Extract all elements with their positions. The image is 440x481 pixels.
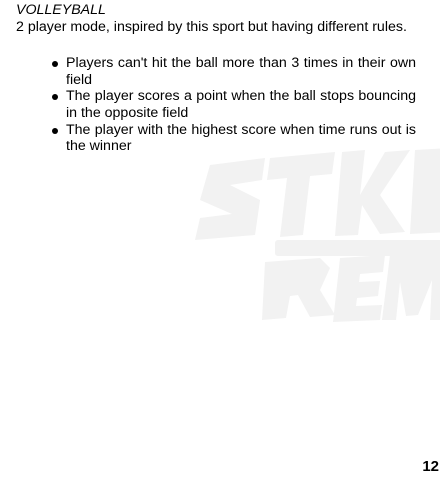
section-title: VOLLEYBALL: [16, 2, 106, 18]
list-item: The player with the highest score when t…: [52, 122, 416, 155]
bullet-icon: [52, 127, 58, 134]
rules-list: Players can't hit the ball more than 3 t…: [16, 55, 416, 155]
bullet-icon: [52, 61, 58, 68]
list-item: Players can't hit the ball more than 3 t…: [52, 55, 416, 88]
document-body: VOLLEYBALL 2 player mode, inspired by th…: [16, 2, 416, 155]
logo-watermark-icon: [195, 148, 440, 322]
list-item: The player scores a point when the ball …: [52, 88, 416, 121]
bullet-icon: [52, 94, 58, 101]
page-number: 12: [422, 458, 439, 475]
section-intro: 2 player mode, inspired by this sport bu…: [16, 18, 407, 35]
